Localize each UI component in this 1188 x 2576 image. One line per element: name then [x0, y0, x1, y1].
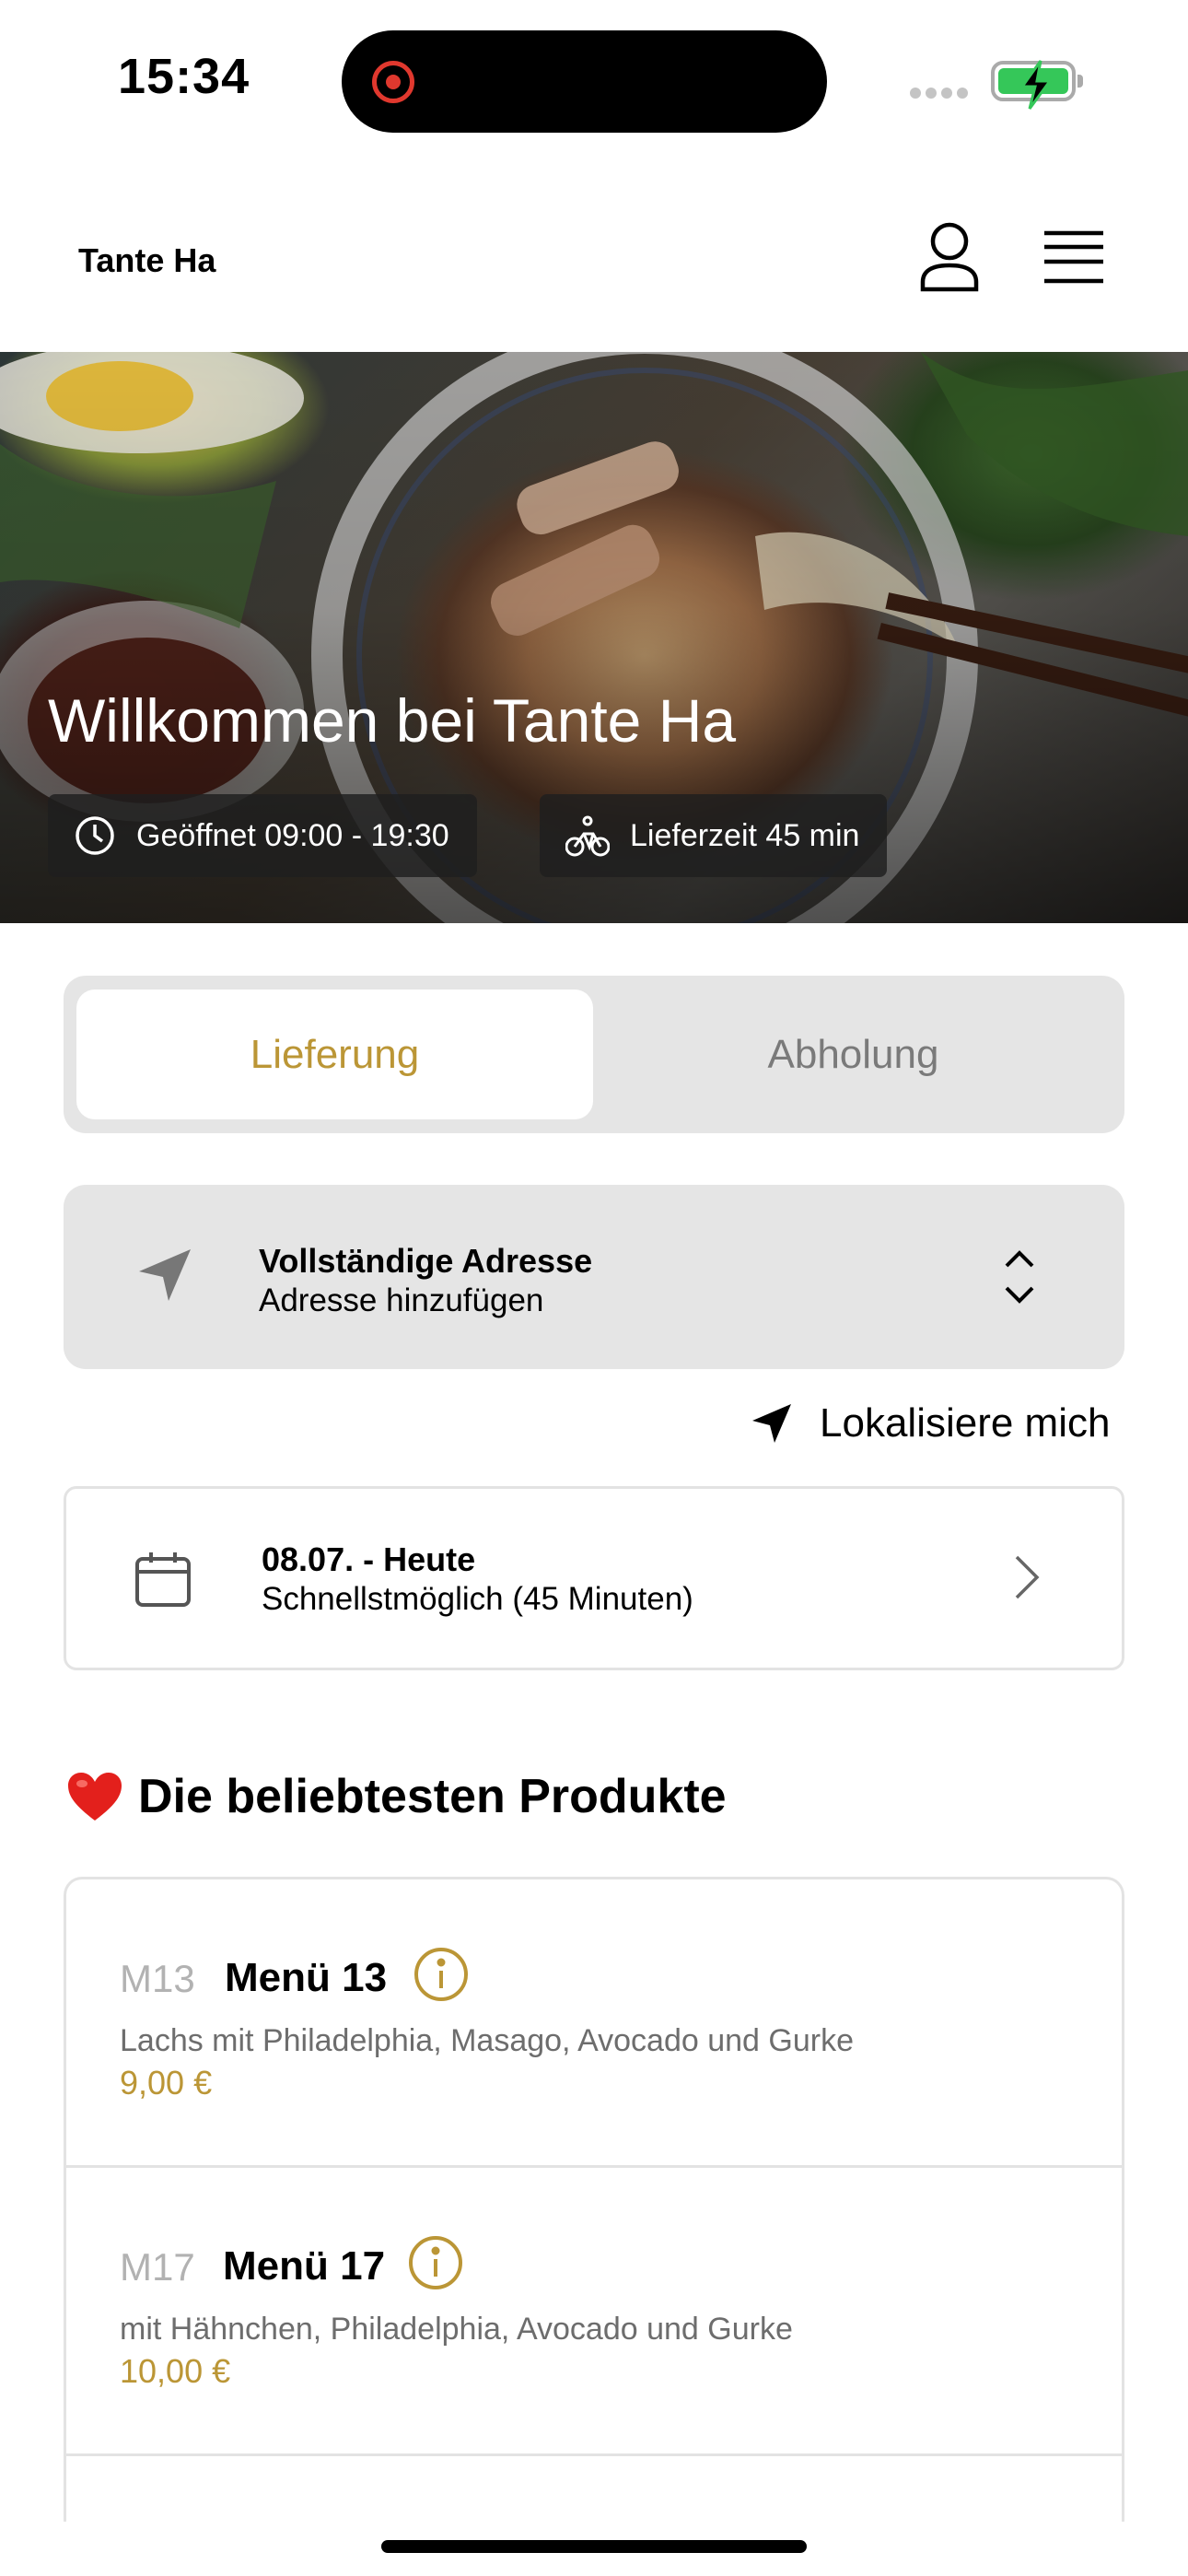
- battery-charging-icon: [991, 60, 1083, 110]
- delivery-time-text: Lieferzeit 45 min: [630, 817, 860, 853]
- popular-title-text: Die beliebtesten Produkte: [138, 1770, 727, 1823]
- locate-me-label: Lokalisiere mich: [820, 1400, 1111, 1446]
- opening-hours-text: Geöffnet 09:00 - 19:30: [136, 817, 449, 853]
- address-title: Vollständige Adresse: [259, 1242, 593, 1280]
- clock-icon: [76, 816, 114, 855]
- recording-indicator-icon: [372, 61, 414, 103]
- hero-banner: Willkommen bei Tante Ha Geöffnet 09:00 -…: [0, 352, 1188, 923]
- product-item[interactable]: M17 Menü 17 mit Hähnchen, Philadelphia, …: [66, 2168, 1122, 2456]
- home-indicator[interactable]: [381, 2540, 807, 2553]
- date-subtitle: Schnellstmöglich (45 Minuten): [262, 1581, 693, 1617]
- product-description: mit Hähnchen, Philadelphia, Avocado und …: [120, 2312, 793, 2347]
- dynamic-island: [342, 30, 827, 133]
- signal-icon: [910, 87, 973, 103]
- product-price: 10,00 €: [120, 2352, 231, 2390]
- product-code: M13: [120, 1957, 195, 2000]
- bicycle-courier-icon: [565, 815, 610, 857]
- user-icon[interactable]: [917, 221, 982, 298]
- order-mode-toggle: Lieferung Abholung: [64, 976, 1124, 1133]
- info-icon[interactable]: [407, 2234, 464, 2291]
- date-title: 08.07. - Heute: [262, 1540, 476, 1578]
- product-name: Menü 17: [223, 2243, 386, 2289]
- product-description: Lachs mit Philadelphia, Masago, Avocado …: [120, 2023, 854, 2058]
- hero-title: Willkommen bei Tante Ha: [48, 686, 737, 755]
- product-list: M13 Menü 13 Lachs mit Philadelphia, Masa…: [64, 1877, 1124, 2522]
- chevron-right-icon: [1015, 1555, 1040, 1599]
- delivery-time-chip: Lieferzeit 45 min: [540, 794, 888, 877]
- product-code: M17: [120, 2245, 195, 2289]
- popular-section-title: Die beliebtesten Produkte: [66, 1769, 727, 1824]
- location-arrow-icon: [752, 1404, 791, 1443]
- location-arrow-icon: [139, 1249, 191, 1301]
- product-name: Menü 13: [225, 1955, 388, 2000]
- tab-pickup[interactable]: Abholung: [595, 989, 1112, 1119]
- chevron-updown-icon: [1005, 1250, 1034, 1304]
- hamburger-menu-icon[interactable]: [1044, 230, 1103, 288]
- status-time: 15:34: [118, 49, 250, 104]
- heart-icon: [68, 1773, 122, 1821]
- address-subtitle: Adresse hinzufügen: [259, 1282, 544, 1318]
- info-icon[interactable]: [413, 1946, 470, 2003]
- opening-hours-chip: Geöffnet 09:00 - 19:30: [48, 794, 477, 877]
- address-selector[interactable]: Vollständige Adresse Adresse hinzufügen: [64, 1185, 1124, 1369]
- delivery-date-selector[interactable]: 08.07. - Heute Schnellstmöglich (45 Minu…: [64, 1486, 1124, 1670]
- brand-name[interactable]: Tante Ha: [78, 241, 215, 280]
- calendar-icon: [135, 1552, 191, 1607]
- product-item[interactable]: M13 Menü 13 Lachs mit Philadelphia, Masa…: [66, 1879, 1122, 2168]
- product-price: 9,00 €: [120, 2064, 213, 2102]
- locate-me-button[interactable]: Lokalisiere mich: [751, 1400, 1110, 1446]
- tab-delivery[interactable]: Lieferung: [76, 989, 593, 1119]
